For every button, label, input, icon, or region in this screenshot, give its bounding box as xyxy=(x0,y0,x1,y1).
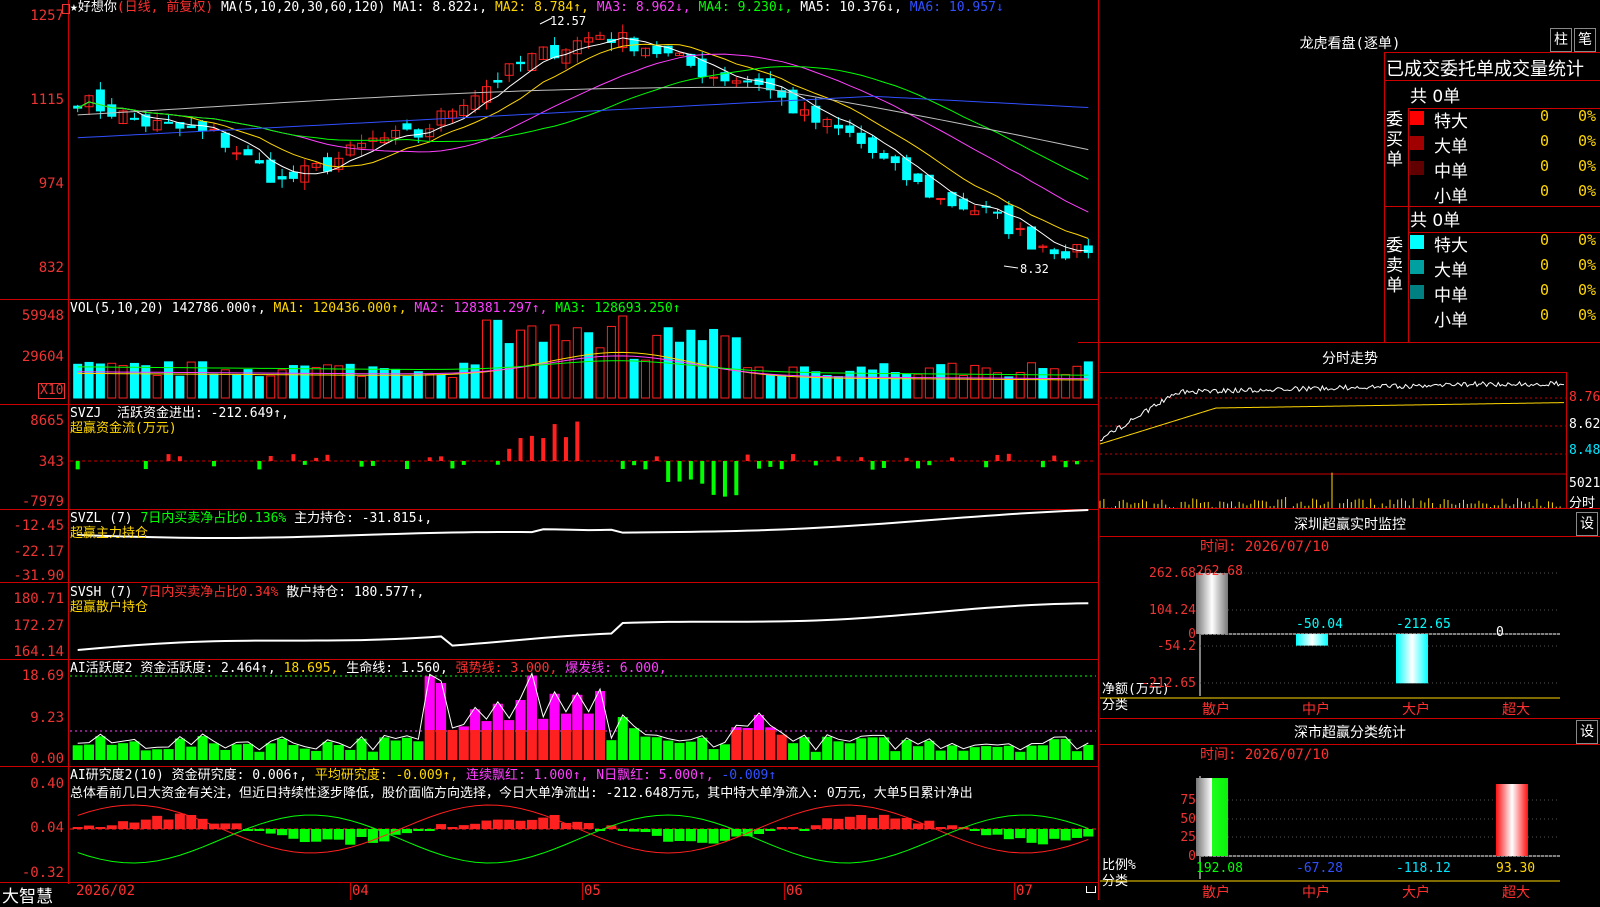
bar-超大 xyxy=(1496,784,1528,856)
sz-stat-chart[interactable]: 75 50 25 0192.08 散户 -67.28 中户 -118.12 大户 93.30 超大 xyxy=(0,0,1600,900)
bar-axis-label: 75 xyxy=(1180,793,1196,808)
bar-axis-label: 0 xyxy=(1188,849,1196,864)
bar-category-label: 散户 xyxy=(1202,884,1230,901)
bar-axis-label: 25 xyxy=(1180,830,1196,845)
bar-value-label: -67.28 xyxy=(1296,861,1343,876)
bar-value-label: 192.08 xyxy=(1196,861,1243,876)
bar-value-label: 93.30 xyxy=(1496,861,1535,876)
bar-axis-label: 50 xyxy=(1180,812,1196,827)
bar-category-label: 大户 xyxy=(1402,884,1430,901)
bar-category-label: 中户 xyxy=(1302,884,1330,901)
bar-散户-green-half xyxy=(1212,778,1228,856)
bar-category-label: 超大 xyxy=(1502,885,1530,901)
bar-value-label: -118.12 xyxy=(1396,861,1451,876)
